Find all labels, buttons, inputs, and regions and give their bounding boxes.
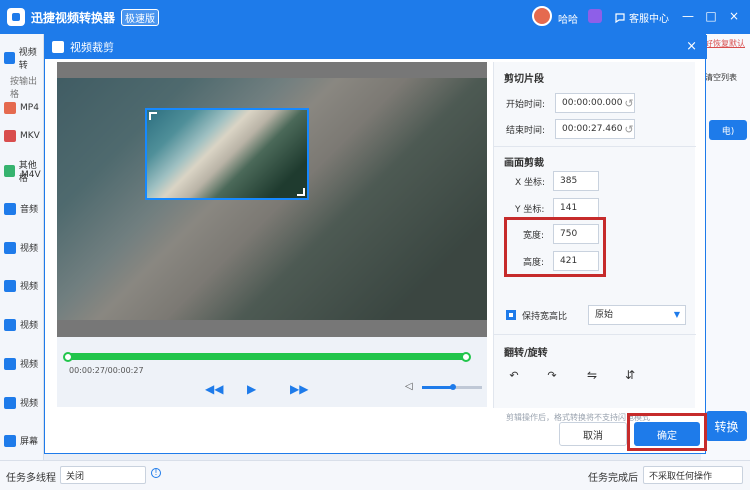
video-option-button[interactable]: 电) (709, 120, 747, 140)
bottom-bar: 任务多线程 关闭 ! 任务完成后 不采取任何操作 (0, 460, 750, 490)
right-strip: 好恢复默认 清空列表 电) 转换 (701, 34, 750, 460)
timeline-bar[interactable] (67, 353, 467, 360)
x-coordinate-input[interactable]: 385 (553, 171, 599, 191)
video-icon (4, 396, 16, 409)
start-time-label: 开始时间: (506, 100, 546, 110)
start-time-reset-icon[interactable]: ↺ (619, 93, 639, 113)
end-time-label: 结束时间: (506, 126, 546, 136)
info-icon[interactable]: ! (151, 468, 161, 478)
chevron-down-icon: ▼ (673, 310, 680, 319)
preview-top-band (57, 62, 487, 78)
dialog-close-icon[interactable]: × (686, 39, 697, 54)
edition-badge: 极速版 (121, 8, 160, 26)
x-coordinate-label: X 坐标: (515, 178, 546, 188)
support-label: 客服中心 (629, 14, 669, 25)
maximize-icon[interactable]: □ (704, 9, 718, 23)
left-item-video-3[interactable]: 视频 (4, 318, 38, 331)
rewind-icon[interactable]: ◀◀ (205, 382, 223, 396)
close-icon[interactable]: × (727, 9, 741, 23)
section-flip-title: 翻转/旋转 (504, 348, 548, 359)
fast-forward-icon[interactable]: ▶▶ (290, 382, 308, 396)
time-display: 00:00:27/00:00:27 (69, 366, 144, 375)
app-logo-icon (7, 8, 25, 26)
crop-dialog: 视频裁剪 × 00:00:27/00:00:27 ◀◀ ▶ ▶▶ ◁ 剪切片段 … (44, 34, 707, 454)
after-task-label: 任务完成后 (588, 473, 638, 484)
confirm-highlight-box (627, 413, 707, 451)
left-item-screen[interactable]: 屏幕 (4, 434, 38, 447)
divider (494, 334, 696, 335)
ratio-select-value: 原始 (595, 310, 614, 320)
convert-button[interactable]: 转换 (706, 411, 747, 441)
multitask-label: 任务多线程 (6, 473, 56, 484)
dialog-title-bar: 视频裁剪 × (45, 35, 707, 59)
divider (494, 146, 696, 147)
app-title: 迅捷视频转换器 (31, 10, 116, 25)
support-link[interactable]: 客服中心 (614, 10, 669, 25)
volume-knob[interactable] (450, 384, 456, 390)
support-chat-icon (615, 12, 625, 23)
section-clip-title: 剪切片段 (504, 74, 544, 85)
username[interactable]: 哈哈 (558, 11, 578, 26)
video-icon (4, 241, 16, 254)
left-item-video-2[interactable]: 视频 (4, 279, 38, 292)
left-item-video-5[interactable]: 视频 (4, 396, 38, 409)
section-crop-title: 画面剪裁 (504, 158, 544, 169)
y-coordinate-label: Y 坐标: (515, 205, 545, 215)
left-item-video-4[interactable]: 视频 (4, 357, 38, 370)
video-icon (4, 279, 16, 292)
volume-icon[interactable]: ◁ (405, 381, 413, 392)
left-item-mkv[interactable]: MKV (4, 130, 40, 142)
play-icon[interactable]: ▶ (247, 382, 256, 396)
dialog-title: 视频裁剪 (70, 41, 114, 54)
rotate-right-90-icon[interactable]: ↷ (542, 365, 562, 385)
preview-bottom-band (57, 320, 487, 337)
left-item-audio[interactable]: 音频 (4, 202, 38, 215)
size-highlight-box (504, 217, 606, 277)
video-icon (4, 52, 15, 64)
end-time-reset-icon[interactable]: ↺ (619, 119, 639, 139)
dialog-icon (52, 41, 64, 53)
ratio-select[interactable]: 原始 ▼ (588, 305, 686, 325)
video-icon (4, 357, 16, 370)
multitask-select[interactable]: 关闭 (60, 466, 146, 484)
volume-fill (422, 386, 452, 389)
flip-vertical-icon[interactable]: ⇵ (620, 365, 640, 385)
restore-default-link[interactable]: 好恢复默认 (705, 38, 745, 49)
crop-selection-box[interactable] (145, 108, 309, 200)
left-item-mp4[interactable]: MP4 (4, 102, 39, 114)
keep-ratio-label: 保持宽高比 (522, 312, 568, 322)
y-coordinate-input[interactable]: 141 (553, 198, 599, 218)
minimize-icon[interactable]: — (681, 9, 695, 23)
mkv-icon (4, 130, 16, 142)
vip-icon[interactable] (588, 9, 602, 23)
video-preview (57, 62, 487, 337)
clear-list-button[interactable]: 清空列表 (705, 72, 737, 83)
screen-icon (4, 434, 16, 447)
left-menu: 视频转 按输出格 MP4 MKV 其他格 M4V 音频 视频 视频 视频 视频 … (0, 34, 44, 460)
mp4-icon (4, 102, 16, 114)
other-format-icon (4, 165, 15, 177)
left-item-video-convert[interactable]: 视频转 (4, 45, 43, 71)
left-output-label: 按输出格 (10, 77, 38, 100)
playback-controls: 00:00:27/00:00:27 ◀◀ ▶ ▶▶ ◁ (57, 337, 487, 407)
rotate-left-90-icon[interactable]: ↶ (504, 365, 524, 385)
keep-ratio-checkbox[interactable] (506, 310, 516, 320)
left-item-m4v: M4V (21, 170, 41, 180)
audio-icon (4, 202, 16, 215)
avatar[interactable] (532, 6, 552, 26)
left-item-video-1[interactable]: 视频 (4, 241, 38, 254)
video-icon (4, 318, 16, 331)
timeline-end-handle[interactable] (461, 352, 471, 362)
timeline-start-handle[interactable] (63, 352, 73, 362)
volume-slider[interactable] (422, 384, 482, 390)
after-task-select[interactable]: 不采取任何操作 (643, 466, 743, 484)
cancel-button[interactable]: 取消 (559, 422, 627, 446)
flip-horizontal-icon[interactable]: ⇋ (582, 365, 602, 385)
settings-panel: 剪切片段 开始时间: 00:00:00.000 ↺ 结束时间: 00:00:27… (493, 62, 696, 422)
title-bar: 迅捷视频转换器 极速版 哈哈 客服中心 — □ × (0, 0, 750, 34)
